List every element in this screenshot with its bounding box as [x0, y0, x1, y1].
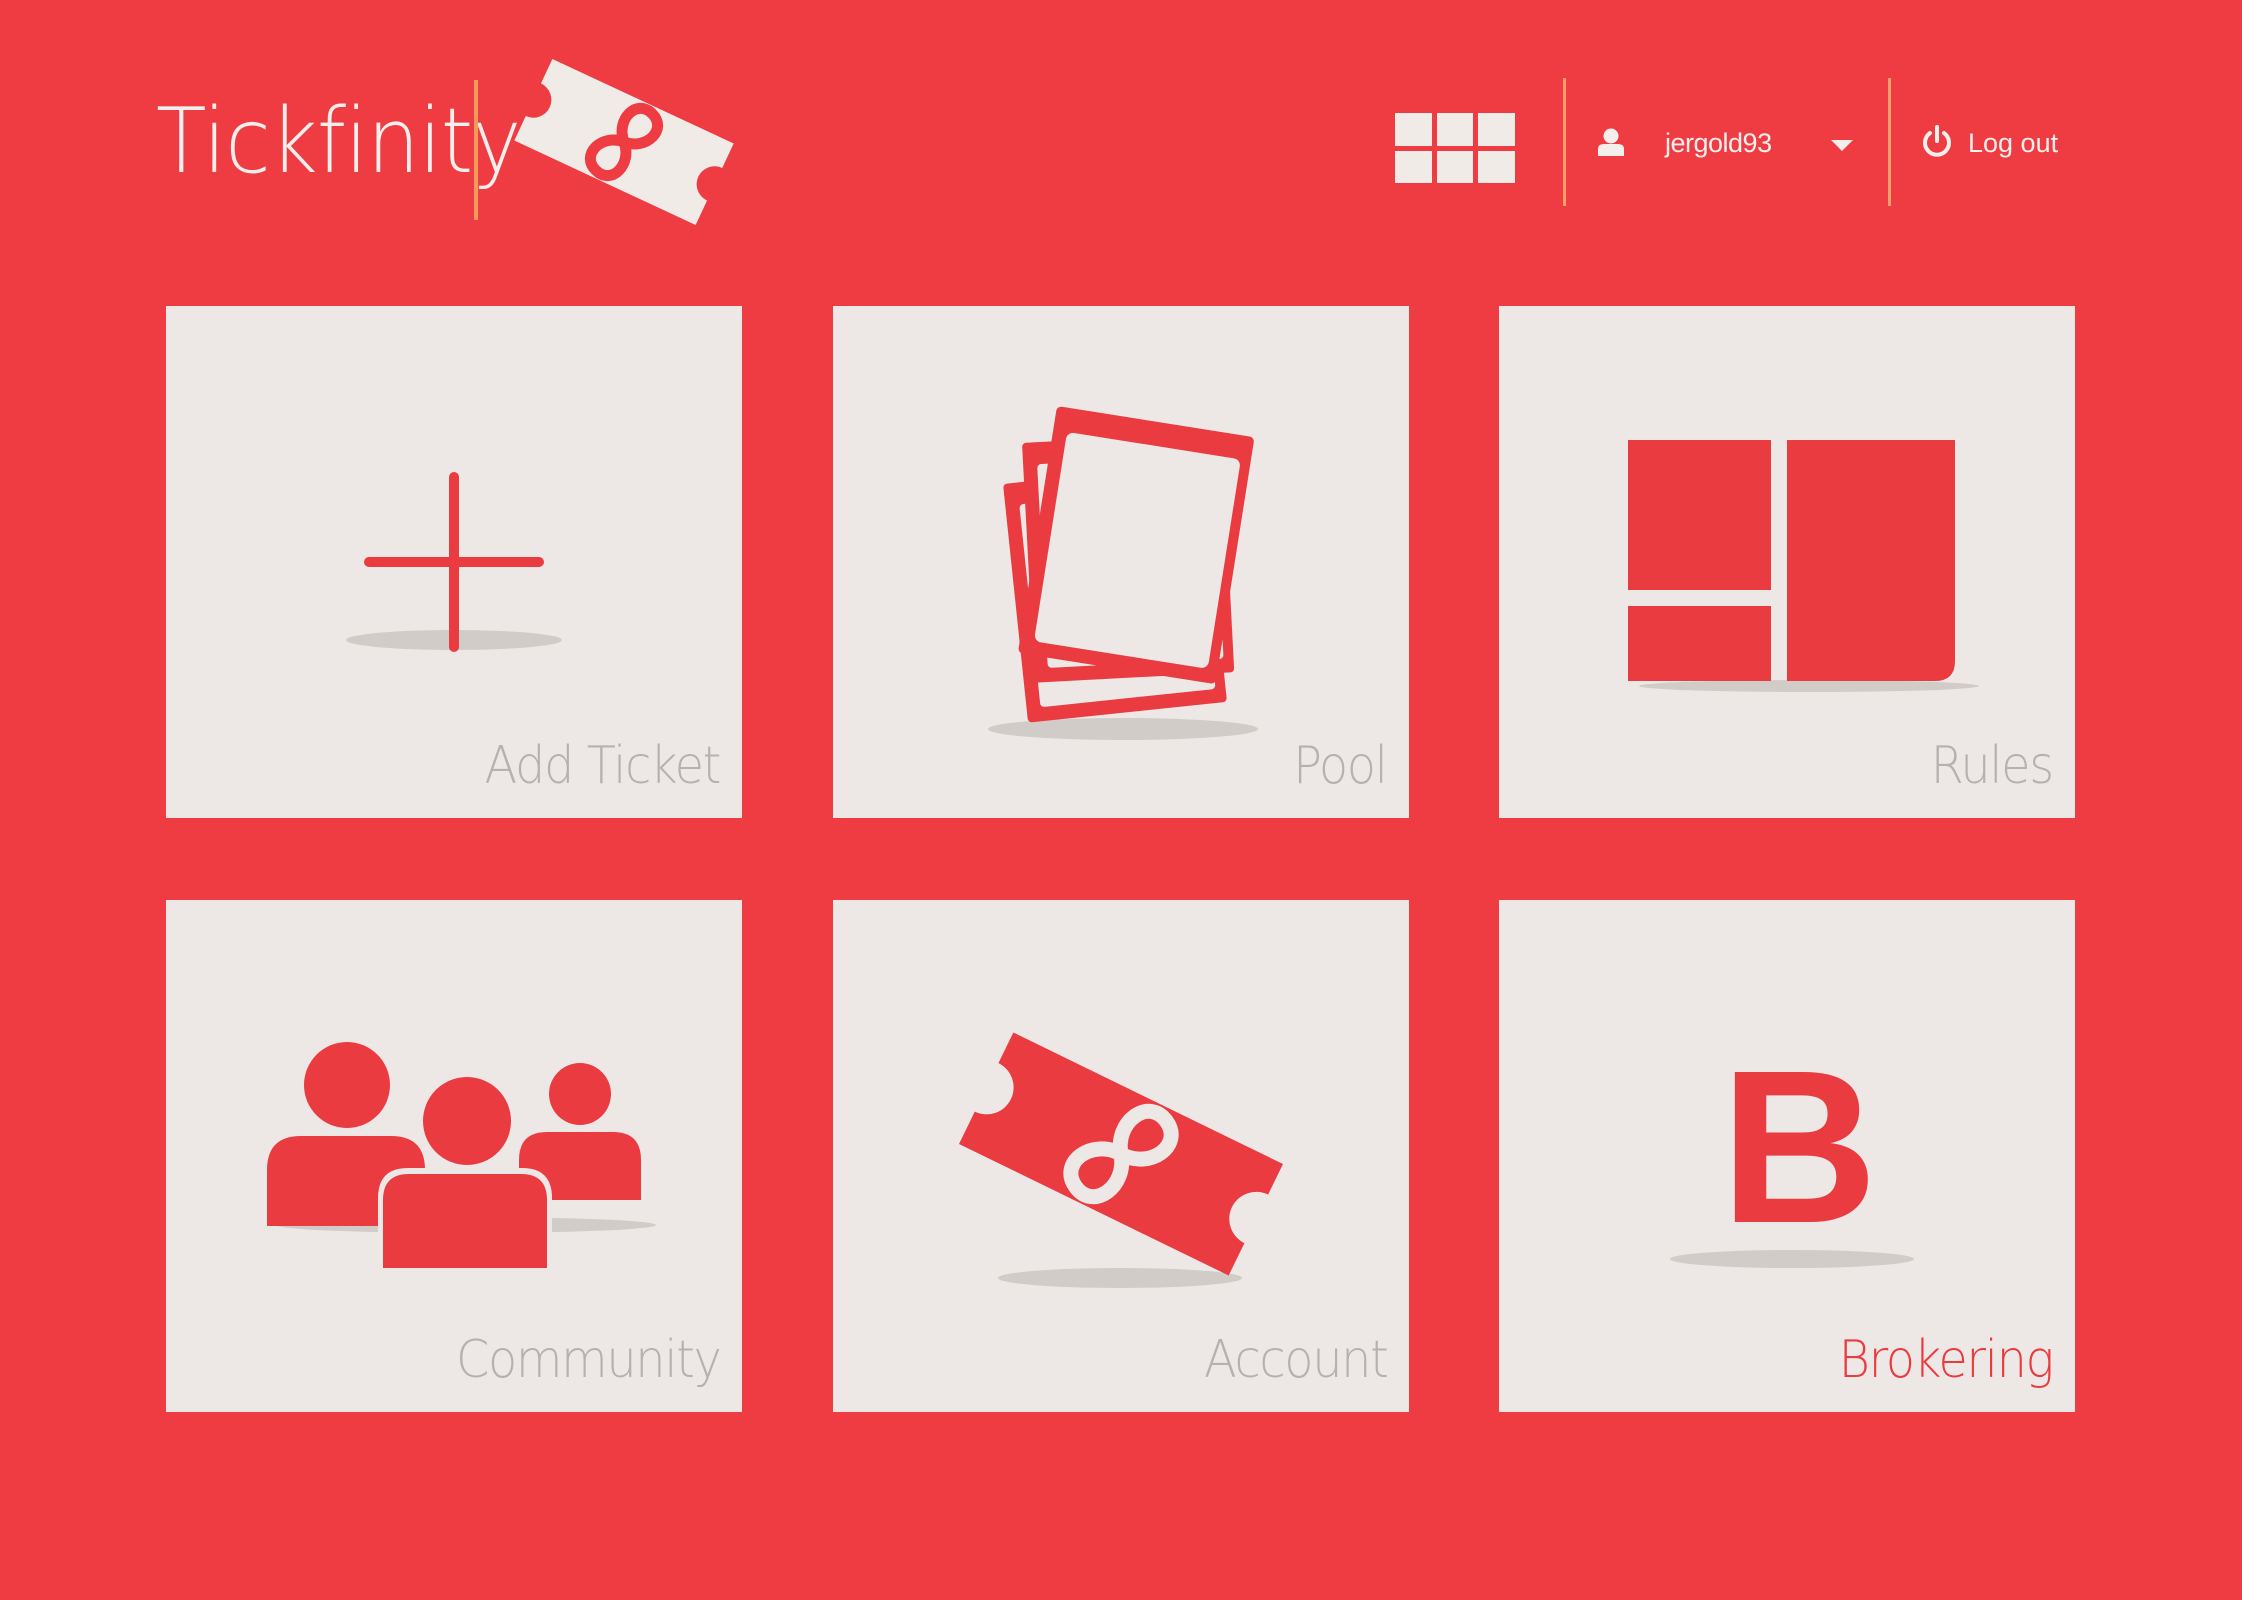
- ticket-logo-icon: [514, 58, 734, 226]
- user-icon: [1598, 128, 1624, 156]
- logout-button[interactable]: Log out: [1920, 120, 2090, 170]
- tile-label: Community: [455, 1330, 722, 1390]
- chevron-down-icon[interactable]: [1831, 140, 1853, 151]
- tile-label: Account: [1203, 1330, 1388, 1390]
- user-menu-button[interactable]: jergold93: [1595, 120, 1865, 170]
- tile-add-ticket[interactable]: Add Ticket: [166, 306, 742, 818]
- header-divider: [1563, 78, 1566, 206]
- logo-accent-bar: [474, 80, 478, 220]
- tile-pool[interactable]: Pool: [833, 306, 1409, 818]
- tile-community[interactable]: Community: [166, 900, 742, 1412]
- svg-text:B: B: [1720, 1026, 1877, 1269]
- tile-account[interactable]: Account: [833, 900, 1409, 1412]
- logo-text: Tickfinity: [156, 89, 521, 194]
- tile-label: Pool: [1293, 736, 1389, 796]
- power-icon: [1923, 125, 1951, 157]
- app-logo[interactable]: Tickfinity: [156, 58, 736, 226]
- grid-icon[interactable]: [1395, 113, 1515, 183]
- tile-label: Rules: [1930, 736, 2055, 796]
- logout-label: Log out: [1968, 128, 2059, 158]
- tile-brokering[interactable]: B Brokering: [1499, 900, 2075, 1412]
- header-toolbar: jergold93 Log out: [1390, 78, 2090, 208]
- tile-label: Brokering: [1838, 1330, 2055, 1390]
- tile-label: Add Ticket: [484, 736, 721, 796]
- header-divider: [1888, 78, 1891, 206]
- tile-rules[interactable]: Rules: [1499, 306, 2075, 818]
- username-label: jergold93: [1665, 128, 1772, 158]
